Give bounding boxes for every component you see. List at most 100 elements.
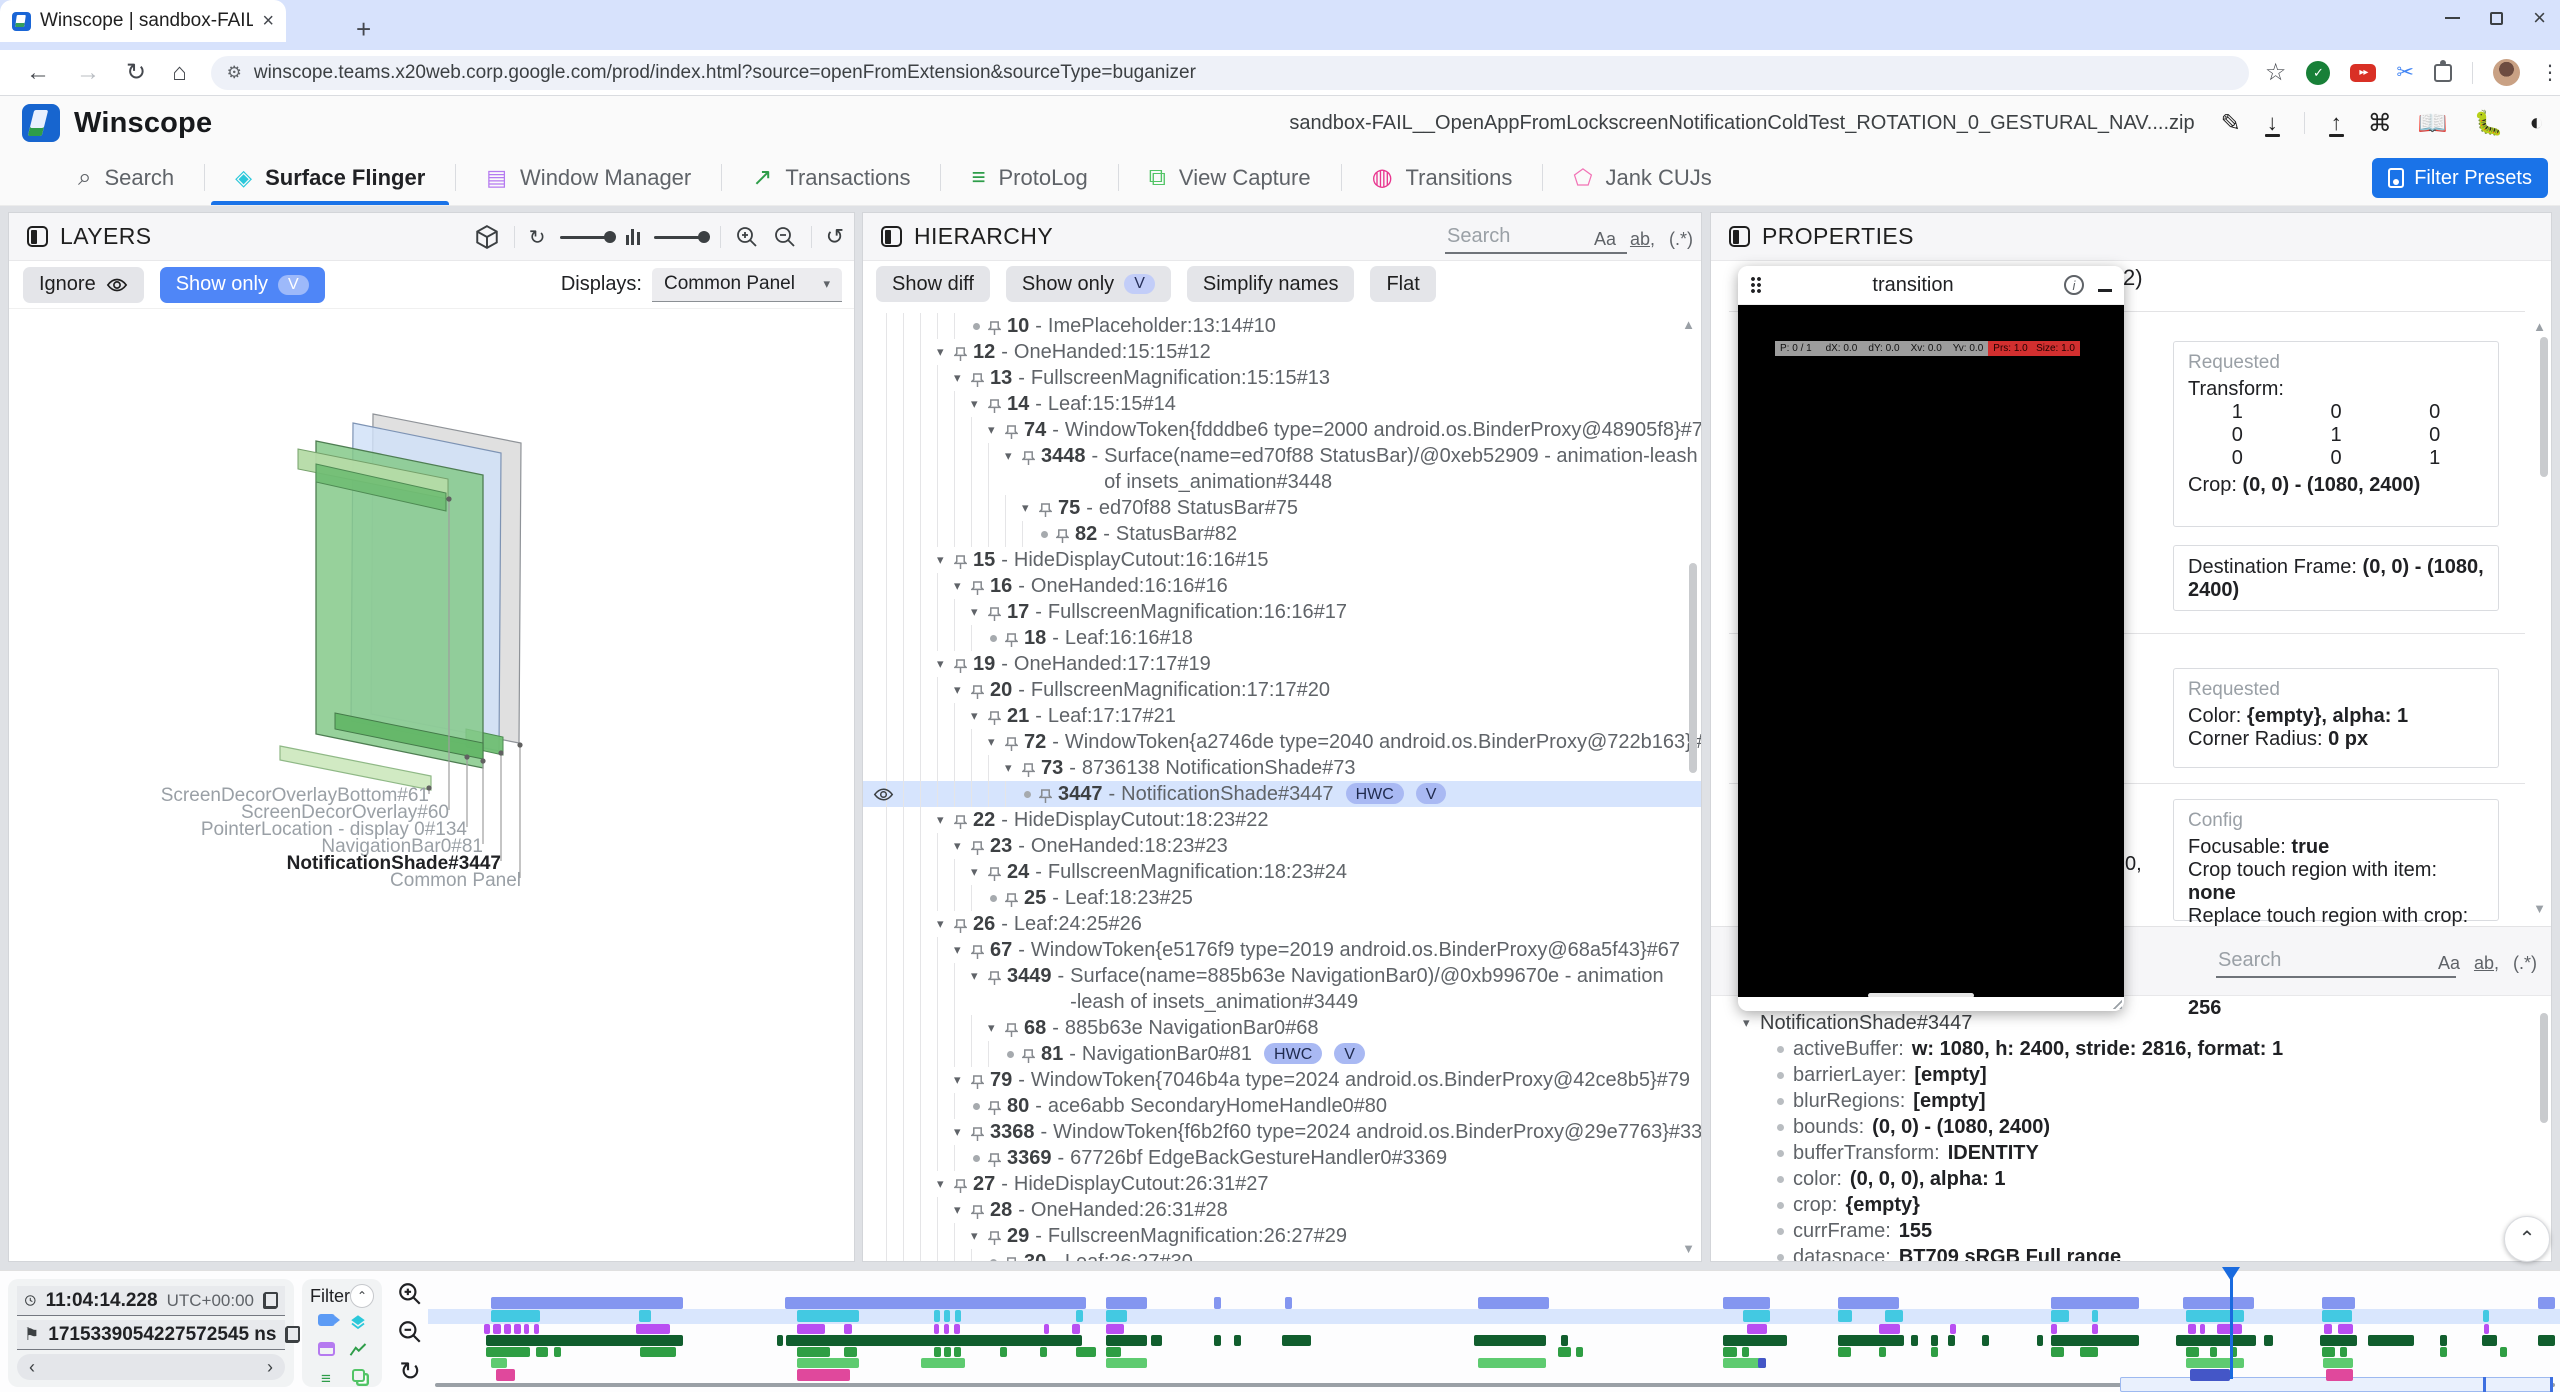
show-only-button[interactable]: Show only V [1006,266,1171,302]
tree-row[interactable]: ▾26-Leaf:24:25#26 [863,911,1701,937]
tree-row[interactable]: ▾29-FullscreenMagnification:26:27#29 [863,1223,1701,1249]
expand-arrow-icon[interactable]: ▾ [937,339,954,365]
proto-row[interactable]: blurRegions:[empty] [1711,1088,2549,1114]
scroll-up-icon[interactable]: ▲ [1682,317,1695,332]
tab-window-manager[interactable]: ▤Window Manager [456,150,721,205]
tab-close-icon[interactable]: × [262,11,274,31]
regex-toggle[interactable]: (.*) [2513,953,2537,974]
expand-arrow-icon[interactable]: ▾ [1022,495,1039,521]
expand-arrow-icon[interactable]: ▾ [954,1119,971,1145]
tree-row[interactable]: 10-ImePlaceholder:13:14#10 [863,313,1701,339]
pin-icon[interactable] [1005,1254,1018,1262]
expand-arrow-icon[interactable]: ▾ [954,573,971,599]
tab-jank-cujs[interactable]: ⬠Jank CUJs [1543,150,1741,205]
overlay-titlebar[interactable]: transition i [1738,266,2124,305]
spacing-slider[interactable] [654,236,706,239]
browser-tab[interactable]: Winscope | sandbox-FAIL × [0,0,286,42]
properties-scrollbar[interactable] [2540,337,2548,477]
filter-presets-button[interactable]: Filter Presets [2372,158,2548,198]
tree-row[interactable]: 18-Leaf:16:16#18 [863,625,1701,651]
human-time-field[interactable]: 11:04:14.228 UTC+00:00 [17,1286,285,1316]
collapse-properties-button[interactable]: ⌃ [2504,1216,2550,1262]
tab-protolog[interactable]: ≡ProtoLog [941,150,1117,205]
site-settings-icon[interactable]: ⚙ [227,63,242,83]
tree-row[interactable]: ▾27-HideDisplayCutout:26:31#27 [863,1171,1701,1197]
proto-root-row[interactable]: ▾NotificationShade#3447 [1711,1010,2549,1036]
tree-row[interactable]: ▾16-OneHanded:16:16#16 [863,573,1701,599]
zoom-out-icon[interactable] [397,1319,423,1345]
download-icon[interactable]: ↓ [2267,110,2278,136]
minimize-icon[interactable] [2445,17,2460,19]
collapse-filter-icon[interactable]: ⌃ [350,1284,374,1308]
collapse-panel-icon[interactable] [1729,226,1750,247]
match-case-toggle[interactable]: Aa [1594,229,1616,250]
whole-word-toggle[interactable]: ab, [1630,229,1655,250]
tree-row[interactable]: 81-NavigationBar0#81HWCV [863,1041,1701,1067]
browser-menu-icon[interactable]: ⋮ [2540,60,2560,85]
expand-arrow-icon[interactable]: ▾ [988,1015,1005,1041]
proto-scrollbar[interactable] [2540,1013,2548,1123]
minimize-overlay-icon[interactable] [2098,289,2112,292]
home-icon[interactable]: ⌂ [172,59,187,87]
resize-handle-icon[interactable] [2109,996,2122,1009]
tree-row[interactable]: 82-StatusBar#82 [863,521,1701,547]
tree-row[interactable]: ▾28-OneHanded:26:31#28 [863,1197,1701,1223]
expand-arrow-icon[interactable]: ▾ [971,391,988,417]
expand-arrow-icon[interactable]: ▾ [971,1223,988,1249]
collapse-panel-icon[interactable] [27,226,48,247]
expand-arrow-icon[interactable]: ▾ [937,911,954,937]
expand-arrow-icon[interactable]: ▾ [954,937,971,963]
tree-row[interactable]: 80-ace6abb SecondaryHomeHandle0#80 [863,1093,1701,1119]
expand-arrow-icon[interactable]: ▾ [971,859,988,885]
pin-icon[interactable] [988,968,1001,994]
expand-arrow-icon[interactable]: ▾ [988,729,1005,755]
extension-scissors-icon[interactable]: ✂ [2396,60,2414,85]
proto-row[interactable]: currFrame:155 [1711,1218,2549,1244]
zoom-in-icon[interactable] [735,225,759,249]
shortcuts-icon[interactable]: ⌘ [2368,109,2392,138]
tree-row[interactable]: ▾23-OneHanded:18:23#23 [863,833,1701,859]
range-edge-handle[interactable] [2550,1377,2553,1392]
back-icon[interactable]: ← [26,59,50,87]
tree-row[interactable]: 3369-67726bf EdgeBackGestureHandler0#336… [863,1145,1701,1171]
prev-frame-icon[interactable]: ‹ [29,1357,35,1378]
tree-row[interactable]: ▾75-ed70f88 StatusBar#75 [863,495,1701,521]
proto-row[interactable]: bounds:(0, 0) - (1080, 2400) [1711,1114,2549,1140]
extensions-puzzle-icon[interactable] [2434,64,2452,82]
expand-arrow-icon[interactable]: ▾ [1005,443,1022,469]
pin-icon[interactable] [1022,448,1035,474]
next-frame-icon[interactable]: › [267,1357,273,1378]
expand-arrow-icon[interactable]: ▾ [954,677,971,703]
show-only-button[interactable]: Show only V [160,267,325,303]
collapse-panel-icon[interactable] [881,226,902,247]
expand-arrow-icon[interactable]: ▾ [971,599,988,625]
tab-search[interactable]: ⌕Search [48,150,204,205]
protolog-icon[interactable]: ≡ [321,1369,331,1389]
profile-avatar[interactable] [2493,59,2520,86]
report-bug-icon[interactable]: 🐛 [2474,109,2504,138]
tree-row[interactable]: ▾12-OneHanded:15:15#12 [863,339,1701,365]
bookmark-star-icon[interactable]: ☆ [2265,58,2287,87]
zoom-in-icon[interactable] [397,1281,423,1307]
dark-mode-icon[interactable]: ◐ [2530,109,2545,137]
tree-row[interactable]: ▾14-Leaf:15:15#14 [863,391,1701,417]
expand-arrow-icon[interactable]: ▾ [937,1171,954,1197]
tree-row[interactable]: ▾20-FullscreenMagnification:17:17#20 [863,677,1701,703]
tree-row[interactable]: ▾79-WindowToken{7046b4a type=2024 androi… [863,1067,1701,1093]
proto-dump-tree[interactable]: ▾NotificationShade#3447activeBuffer:w: 1… [1711,996,2549,1262]
tab-transitions[interactable]: ◍Transitions [1342,150,1543,205]
extension-media-icon[interactable]: ▸▸ [2350,64,2376,82]
timeline-tracks[interactable] [435,1271,2555,1392]
scroll-down-icon[interactable]: ▼ [1682,1241,1695,1256]
tree-row[interactable]: ▾19-OneHanded:17:17#19 [863,651,1701,677]
surface-flinger-icon[interactable] [349,1313,367,1336]
tree-row[interactable]: ▾67-WindowToken{e5176f9 type=2019 androi… [863,937,1701,963]
tab-surface-flinger[interactable]: ◈Surface Flinger [205,150,455,205]
zoom-reset-icon[interactable]: ↻ [399,1356,421,1387]
maximize-icon[interactable] [2490,12,2503,25]
tree-row[interactable]: ▾21-Leaf:17:17#21 [863,703,1701,729]
tree-row[interactable]: ▾3448-Surface(name=ed70f88 StatusBar)/@0… [863,443,1701,495]
expand-arrow-icon[interactable]: ▾ [971,703,988,729]
expand-arrow-icon[interactable]: ▾ [1005,755,1022,781]
copy-icon[interactable] [285,1326,300,1343]
